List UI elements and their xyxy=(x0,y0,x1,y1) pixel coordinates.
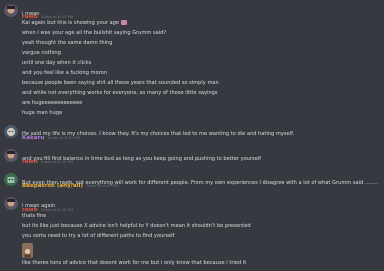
message-line: i mean xyxy=(22,11,40,17)
message-line: until one day when it clicks xyxy=(22,60,92,66)
emoji-icon xyxy=(121,20,128,25)
message-line: He said my life is my choices. I know th… xyxy=(22,131,295,137)
message-line: and you fill find balance in time bud as… xyxy=(22,156,262,162)
message-line: and while not everything works for every… xyxy=(22,90,218,96)
chat-log: rawb Today at 8:43 PM i mean Kai again bu… xyxy=(0,0,384,271)
timestamp: Today at 8:43 PM xyxy=(40,14,74,19)
avatar[interactable] xyxy=(4,124,18,138)
message-line: like theres tons of advice that doesnt w… xyxy=(22,260,247,266)
message-header: Beepatron (any/all) Today at 8:44 PM xyxy=(22,172,119,189)
message-line: are hugeeeeeeeeeeeee xyxy=(22,100,83,106)
message-line: but its like just because X advice isn't… xyxy=(22,223,251,229)
message-line: thats fine xyxy=(22,213,47,219)
avatar[interactable] xyxy=(4,148,18,162)
message-line: you sorta need to try a lot of different… xyxy=(22,233,175,239)
message-line: yeah thought the same damn thing xyxy=(22,40,113,46)
avatar[interactable] xyxy=(4,196,18,210)
message-line: vargue nothing xyxy=(22,50,61,56)
message-line: because people been saying shit all thes… xyxy=(22,80,219,86)
message-header: rawb Today at 8:44 PM xyxy=(22,148,73,165)
message-line: when i was your age all the bullshit say… xyxy=(22,30,167,36)
message-line: Kai again but this is showing your age xyxy=(22,20,128,26)
avatar[interactable] xyxy=(4,3,18,17)
message-text: Kai again but this is showing your age xyxy=(22,20,120,26)
message-line: But even then rawb, not everything will … xyxy=(22,180,378,186)
message-header: rawb Today at 8:43 PM xyxy=(22,3,73,20)
emoji-icon xyxy=(22,243,33,258)
message-line: i mean again xyxy=(22,203,56,209)
message-line: and you feel like a fucking moron xyxy=(22,70,108,76)
avatar[interactable] xyxy=(4,172,18,186)
message-line: huge man huge xyxy=(22,110,63,116)
